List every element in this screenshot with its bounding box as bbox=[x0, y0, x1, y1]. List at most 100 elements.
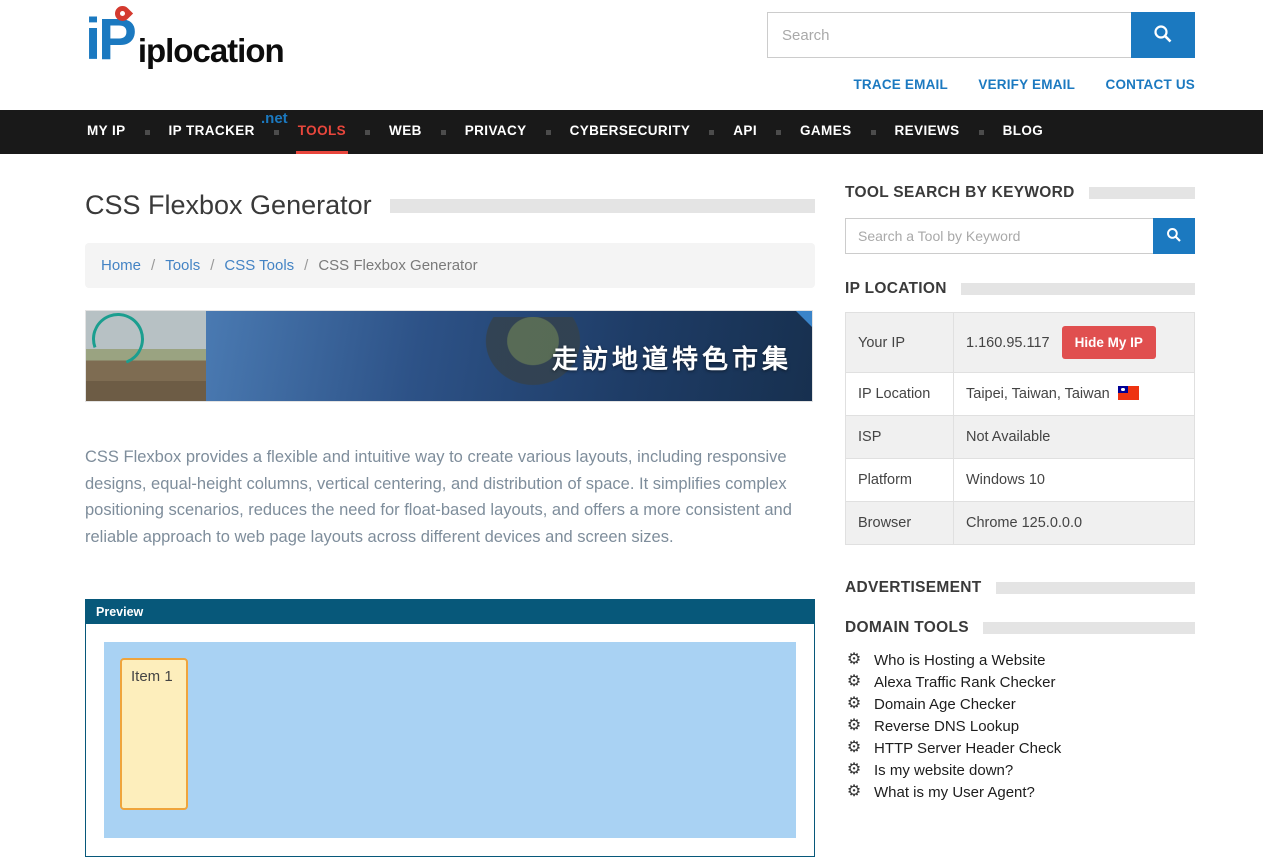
list-item-label: What is my User Agent? bbox=[874, 784, 1035, 801]
preview-panel-header: Preview bbox=[86, 600, 814, 624]
domain-tool-reverse-dns[interactable]: ⚙ Reverse DNS Lookup bbox=[845, 715, 1195, 737]
nav-item-web[interactable]: WEB bbox=[387, 110, 424, 154]
heading-decoration-bar bbox=[983, 622, 1195, 634]
table-row: Your IP 1.160.95.117 Hide My IP bbox=[846, 313, 1195, 373]
ip-location-heading: IP LOCATION bbox=[845, 280, 1195, 298]
heading-decoration-bar bbox=[961, 283, 1195, 295]
nav-item-my-ip[interactable]: MY IP bbox=[85, 110, 128, 154]
hide-my-ip-button[interactable]: Hide My IP bbox=[1062, 326, 1156, 359]
list-item-label: Is my website down? bbox=[874, 762, 1013, 779]
nav-separator bbox=[871, 130, 876, 135]
nav-item-games[interactable]: GAMES bbox=[798, 110, 854, 154]
nav-separator bbox=[776, 130, 781, 135]
header-links: TRACE EMAIL VERIFY EMAIL CONTACT US bbox=[767, 76, 1195, 94]
ad-image: 走訪地道特色市集 bbox=[206, 311, 812, 401]
gear-icon: ⚙ bbox=[845, 784, 863, 800]
title-decoration-bar bbox=[390, 199, 815, 213]
list-item-label: Alexa Traffic Rank Checker bbox=[874, 674, 1055, 691]
ip-row-label: Platform bbox=[846, 459, 954, 502]
preview-panel: Preview Item 1 bbox=[85, 599, 815, 857]
domain-tool-domain-age[interactable]: ⚙Domain Age Checker bbox=[845, 693, 1195, 715]
ip-row-value-cell: Taipei, Taiwan, Taiwan bbox=[954, 373, 1195, 416]
ad-text: 走訪地道特色市集 bbox=[552, 339, 792, 376]
logo-tld: .net bbox=[261, 111, 288, 126]
domain-tool-alexa-rank[interactable]: ⚙ Alexa Traffic Rank Checker bbox=[845, 671, 1195, 693]
nav-separator bbox=[441, 130, 446, 135]
verify-email-link[interactable]: VERIFY EMAIL bbox=[978, 77, 1075, 92]
ip-row-label: IP Location bbox=[846, 373, 954, 416]
advertisement-heading: ADVERTISEMENT bbox=[845, 579, 1195, 597]
list-item-label: Reverse DNS Lookup bbox=[874, 718, 1019, 735]
heading-decoration-bar bbox=[996, 582, 1195, 594]
ip-location-value: Taipei, Taiwan, Taiwan bbox=[966, 386, 1110, 402]
nav-item-api[interactable]: API bbox=[731, 110, 759, 154]
list-item-label: Domain Age Checker bbox=[874, 696, 1016, 713]
ad-photo-segment bbox=[86, 311, 206, 401]
gear-icon: ⚙ bbox=[845, 718, 863, 734]
nav-item-tools[interactable]: TOOLS bbox=[296, 110, 348, 154]
breadcrumb-current: CSS Flexbox Generator bbox=[318, 257, 477, 274]
nav-item-privacy[interactable]: PRIVACY bbox=[463, 110, 529, 154]
advertisement-heading-text: ADVERTISEMENT bbox=[845, 579, 982, 597]
breadcrumb-home[interactable]: Home bbox=[101, 257, 141, 274]
trace-email-link[interactable]: TRACE EMAIL bbox=[853, 77, 947, 92]
tool-search bbox=[845, 218, 1195, 254]
domain-tool-hosting[interactable]: ⚙ Who is Hosting a Website bbox=[845, 649, 1195, 671]
domain-tool-website-down[interactable]: ⚙ Is my website down? bbox=[845, 759, 1195, 781]
site-search-button[interactable] bbox=[1131, 12, 1195, 58]
nav-item-reviews[interactable]: REVIEWS bbox=[893, 110, 962, 154]
gear-icon: ⚙ bbox=[845, 762, 863, 778]
domain-tools-heading-text: DOMAIN TOOLS bbox=[845, 619, 969, 637]
gear-icon: ⚙ bbox=[845, 740, 863, 756]
heading-decoration-bar bbox=[1089, 187, 1195, 199]
logo-mark: iP bbox=[85, 12, 134, 110]
your-ip-value: 1.160.95.117 bbox=[966, 335, 1050, 351]
logo-wordmark: iplocation bbox=[138, 32, 284, 69]
ad-banner[interactable]: 走訪地道特色市集 bbox=[85, 310, 813, 402]
nav-separator bbox=[274, 130, 279, 135]
contact-us-link[interactable]: CONTACT US bbox=[1106, 77, 1196, 92]
logo-text: iplocation .net bbox=[138, 34, 284, 110]
tool-description: CSS Flexbox provides a flexible and intu… bbox=[85, 444, 793, 551]
page-title: CSS Flexbox Generator bbox=[85, 190, 372, 221]
tool-search-heading-text: TOOL SEARCH BY KEYWORD bbox=[845, 184, 1075, 202]
nav-separator bbox=[546, 130, 551, 135]
flexbox-preview-item[interactable]: Item 1 bbox=[120, 658, 188, 810]
gear-icon: ⚙ bbox=[845, 652, 863, 668]
domain-tools-list: ⚙ Who is Hosting a Website ⚙ Alexa Traffic… bbox=[845, 649, 1195, 803]
tool-search-button[interactable] bbox=[1153, 218, 1195, 254]
site-search bbox=[767, 12, 1195, 58]
content-column: CSS Flexbox Generator Home Tools CSS Tools… bbox=[85, 184, 815, 857]
header-right: TRACE EMAIL VERIFY EMAIL CONTACT US bbox=[767, 12, 1195, 110]
taiwan-flag-icon bbox=[1118, 386, 1139, 400]
isp-value: Not Available bbox=[954, 416, 1195, 459]
platform-value: Windows 10 bbox=[954, 459, 1195, 502]
ad-choices-icon[interactable] bbox=[796, 311, 812, 327]
sidebar: TOOL SEARCH BY KEYWORD IP LOCATION Your … bbox=[845, 184, 1195, 857]
tool-search-input[interactable] bbox=[845, 218, 1153, 254]
nav-separator bbox=[365, 130, 370, 135]
domain-tools-heading: DOMAIN TOOLS bbox=[845, 619, 1195, 637]
table-row: IP Location Taipei, Taiwan, Taiwan bbox=[846, 373, 1195, 416]
list-item-label: HTTP Server Header Check bbox=[874, 740, 1061, 757]
nav-item-blog[interactable]: BLOG bbox=[1001, 110, 1046, 154]
site-search-input[interactable] bbox=[767, 12, 1131, 58]
ip-location-heading-text: IP LOCATION bbox=[845, 280, 947, 298]
domain-tool-user-agent[interactable]: ⚙ What is my User Agent? bbox=[845, 781, 1195, 803]
flexbox-preview-container: Item 1 bbox=[104, 642, 796, 838]
site-logo[interactable]: iP iplocation .net bbox=[85, 12, 284, 110]
ip-row-label: Your IP bbox=[846, 313, 954, 373]
search-icon bbox=[1153, 24, 1173, 47]
domain-tool-http-header[interactable]: ⚙ HTTP Server Header Check bbox=[845, 737, 1195, 759]
breadcrumb-css-tools[interactable]: CSS Tools bbox=[224, 257, 294, 274]
main-layout: CSS Flexbox Generator Home Tools CSS Tools… bbox=[85, 154, 1195, 857]
nav-item-ip-tracker[interactable]: IP TRACKER bbox=[167, 110, 257, 154]
table-row: Browser Chrome 125.0.0.0 bbox=[846, 502, 1195, 545]
ip-location-table: Your IP 1.160.95.117 Hide My IP IP Locat… bbox=[845, 312, 1195, 545]
main-nav: MY IP IP TRACKER TOOLS WEB PRIVACY CYBER… bbox=[0, 110, 1263, 154]
breadcrumb-tools[interactable]: Tools bbox=[165, 257, 200, 274]
site-header: iP iplocation .net TRACE EMAIL VERIFY EM… bbox=[0, 0, 1263, 110]
list-item-label: Who is Hosting a Website bbox=[874, 652, 1045, 669]
nav-item-cybersecurity[interactable]: CYBERSECURITY bbox=[568, 110, 693, 154]
gear-icon: ⚙ bbox=[845, 674, 863, 690]
